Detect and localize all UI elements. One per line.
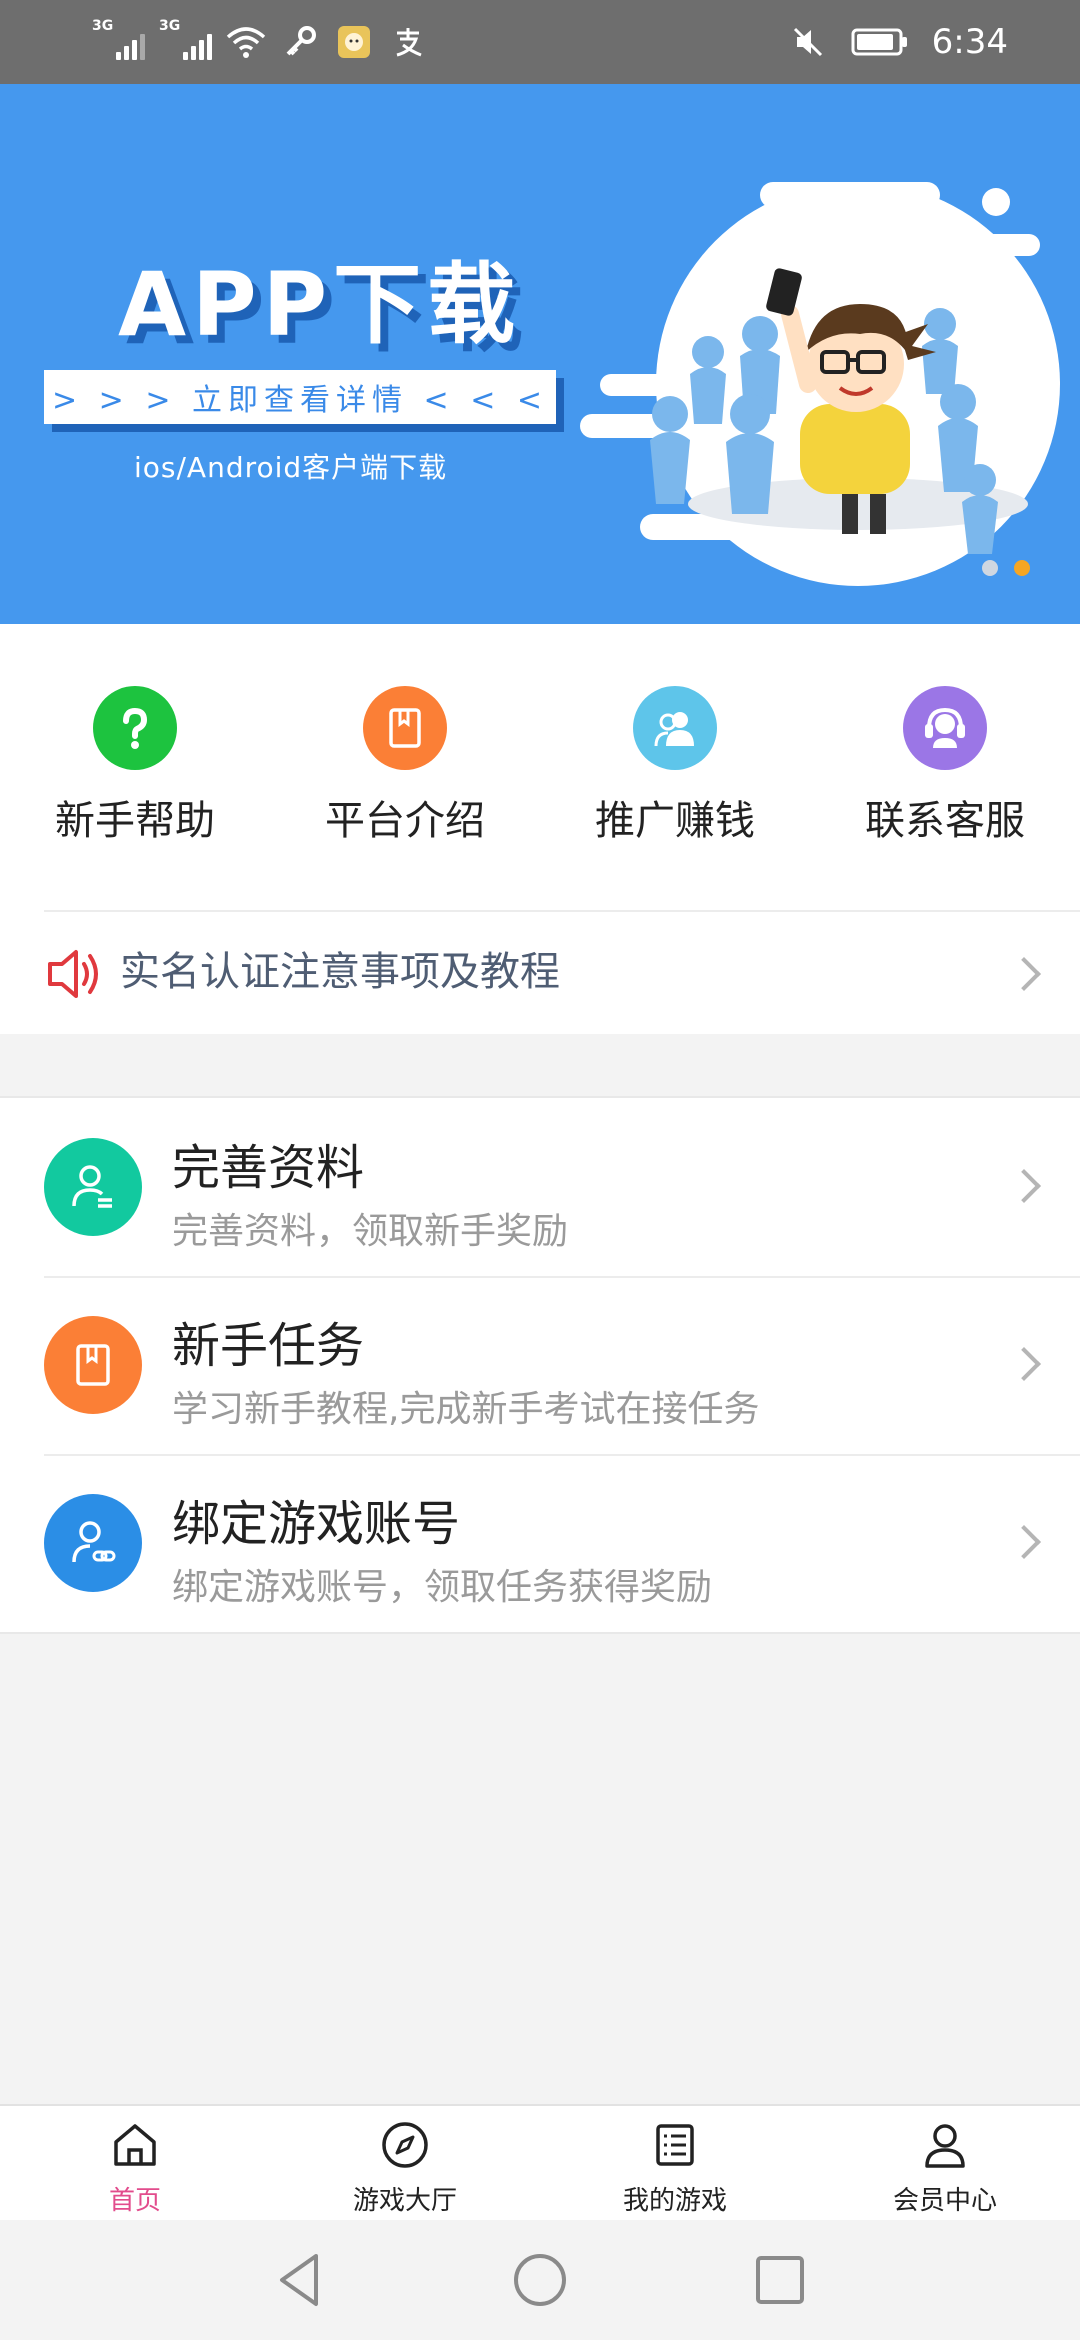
tab-home[interactable]: 首页: [0, 2120, 270, 2217]
banner-title: APP下载: [118, 253, 522, 356]
battery-icon: [850, 22, 910, 62]
list-item-title: 新手任务: [172, 1318, 365, 1374]
list-item-title: 绑定游戏账号: [172, 1496, 461, 1552]
quick-item-promote-earn[interactable]: 推广赚钱: [540, 686, 810, 846]
users-icon: [633, 686, 717, 770]
carousel-indicator: [982, 560, 1030, 576]
headset-icon: [903, 686, 987, 770]
tab-member-center[interactable]: 会员中心: [810, 2120, 1080, 2217]
list-item-subtitle: 学习新手教程,完成新手考试在接任务: [172, 1389, 760, 1430]
list-item-bind-game-account[interactable]: 绑定游戏账号 绑定游戏账号，领取任务获得奖励: [0, 1454, 1080, 1632]
chevron-right-icon: [1007, 1525, 1041, 1559]
list-item-title: 完善资料: [172, 1140, 365, 1196]
chevron-right-icon: [1007, 957, 1041, 991]
profile-icon: [44, 1138, 142, 1236]
tab-label: 我的游戏: [622, 2186, 727, 2216]
list-item-complete-profile[interactable]: 完善资料 完善资料，领取新手奖励: [0, 1098, 1080, 1276]
banner-illustration: [580, 182, 1060, 586]
recent-apps-icon[interactable]: [748, 2248, 812, 2312]
tab-label: 游戏大厅: [352, 2186, 457, 2216]
quick-item-label: 推广赚钱: [595, 798, 755, 844]
question-icon: [93, 686, 177, 770]
chevron-right-icon: [1007, 1347, 1041, 1381]
banner-details-button[interactable]: > > > 立即查看详情 < < <: [44, 370, 556, 424]
carousel-dot-active[interactable]: [1014, 560, 1030, 576]
list-item-subtitle: 完善资料，领取新手奖励: [172, 1211, 569, 1252]
clock-time: 6:34: [931, 22, 1008, 62]
user-link-icon: [44, 1494, 142, 1592]
list-item-newbie-task[interactable]: 新手任务 学习新手教程,完成新手考试在接任务: [0, 1276, 1080, 1454]
quick-item-customer-service[interactable]: 联系客服: [810, 686, 1080, 846]
quick-item-label: 新手帮助: [55, 798, 215, 844]
quick-item-platform-intro[interactable]: 平台介绍: [270, 686, 540, 846]
list-item-subtitle: 绑定游戏账号，领取任务获得奖励: [172, 1567, 713, 1608]
task-list: 完善资料 完善资料，领取新手奖励 新手任务 学习新手教程,完成新手考试在接任务 …: [0, 1096, 1080, 1634]
tab-label: 会员中心: [892, 2186, 997, 2216]
bottom-tab-bar: 首页 游戏大厅 我的游戏 会员中心: [0, 2104, 1080, 2222]
quick-menu: 新手帮助 平台介绍 推广赚钱 联系客服: [0, 624, 1080, 910]
app-avatar-icon: [334, 22, 374, 62]
signal-icon: 3G: [92, 18, 145, 60]
tab-label: 首页: [108, 2186, 161, 2216]
quick-item-newbie-help[interactable]: 新手帮助: [0, 686, 270, 846]
banner-subtitle: ios/Android客户端下载: [134, 451, 448, 484]
home-icon: [114, 2124, 156, 2166]
signal-tag: 3G: [92, 18, 114, 34]
tab-game-hall[interactable]: 游戏大厅: [270, 2120, 540, 2217]
carousel-dot[interactable]: [982, 560, 998, 576]
back-icon[interactable]: [268, 2248, 332, 2312]
person-icon: [925, 2124, 965, 2168]
wifi-icon: [226, 22, 266, 62]
book-icon: [44, 1316, 142, 1414]
status-bar: 3G 3G 6:34: [0, 0, 1080, 84]
notice-row[interactable]: 实名认证注意事项及教程: [0, 910, 1080, 1034]
chevron-right-icon: [1007, 1169, 1041, 1203]
mute-icon: [788, 22, 828, 62]
tab-my-games[interactable]: 我的游戏: [540, 2120, 810, 2217]
compass-icon: [382, 2122, 428, 2168]
quick-item-label: 平台介绍: [325, 798, 485, 844]
home-circle-icon[interactable]: [508, 2248, 572, 2312]
signal-icon: 3G: [159, 18, 212, 60]
book-icon: [363, 686, 447, 770]
banner-carousel[interactable]: APP下载 > > > 立即查看详情 < < < ios/Android客户端下…: [0, 84, 1080, 624]
key-icon: [280, 22, 320, 62]
quick-item-label: 联系客服: [865, 798, 1025, 844]
alipay-icon: [388, 22, 428, 62]
notice-text: 实名认证注意事项及教程: [120, 949, 560, 995]
speaker-icon: [44, 948, 104, 1004]
list-icon: [656, 2124, 694, 2166]
signal-tag: 3G: [159, 18, 181, 34]
system-nav-bar: [0, 2220, 1080, 2340]
